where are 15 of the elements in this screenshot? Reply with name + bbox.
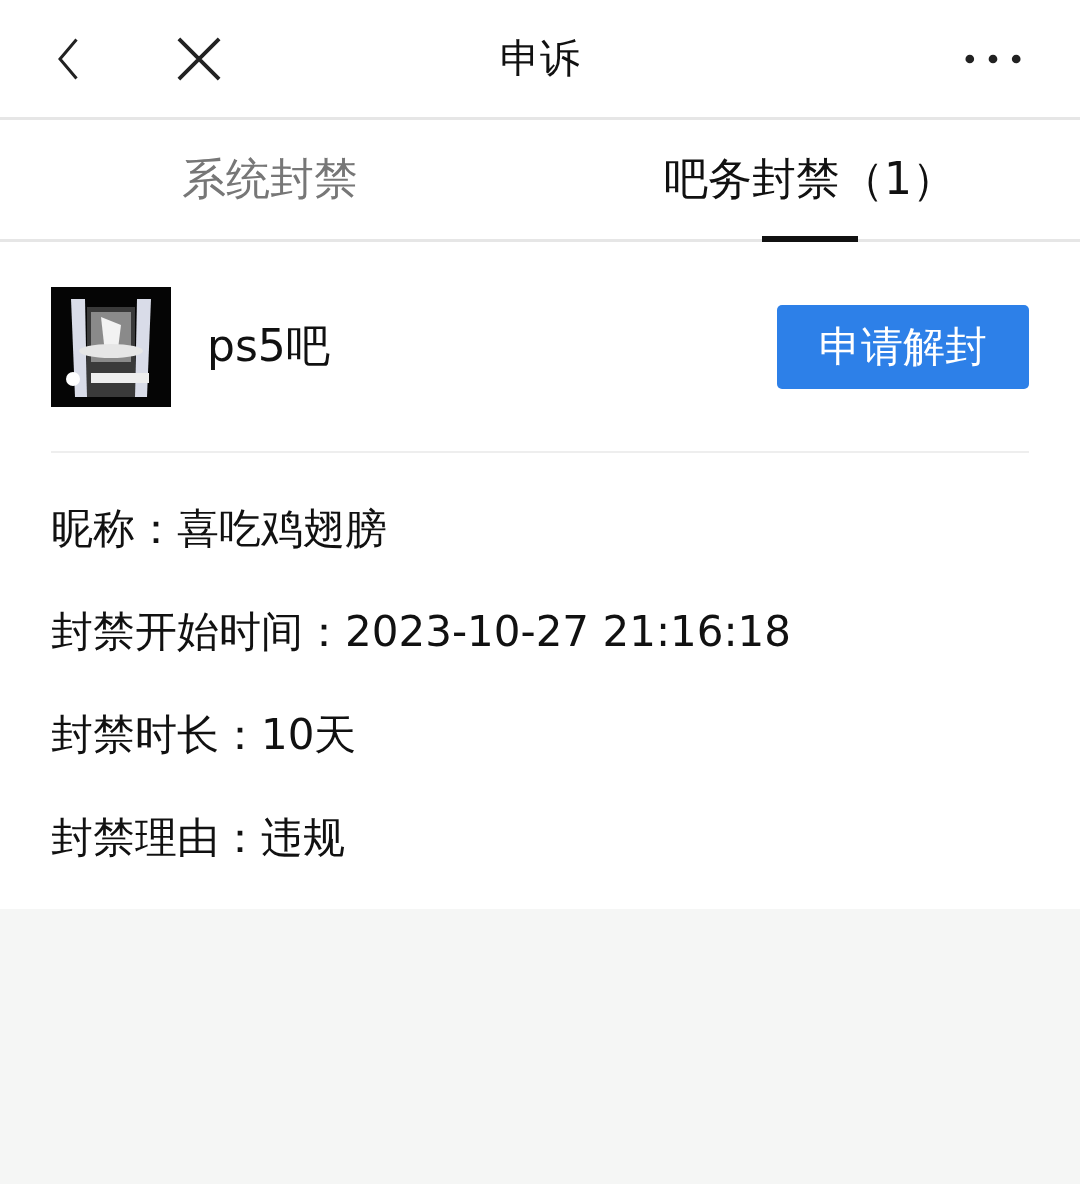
appeal-button[interactable]: 申请解封 (777, 304, 1029, 389)
more-icon[interactable] (964, 52, 1022, 65)
detail-value: 违规 (261, 811, 345, 864)
detail-value: 10天 (261, 708, 357, 761)
detail-label: 封禁理由： (51, 811, 261, 864)
close-icon[interactable] (176, 35, 222, 82)
detail-label: 封禁时长： (51, 708, 261, 761)
detail-value: 喜吃鸡翅膀 (177, 502, 387, 555)
tab[interactable]: 系统封禁 (0, 120, 540, 239)
detail-label: 昵称： (51, 502, 177, 555)
detail-value: 2023-10-27 21:16:18 (345, 607, 792, 656)
page-title: 申诉 (500, 34, 580, 83)
tab[interactable]: 吧务封禁（1） (540, 120, 1080, 239)
detail-label: 封禁开始时间： (51, 605, 345, 658)
forum-name: ps5吧 (207, 319, 330, 373)
